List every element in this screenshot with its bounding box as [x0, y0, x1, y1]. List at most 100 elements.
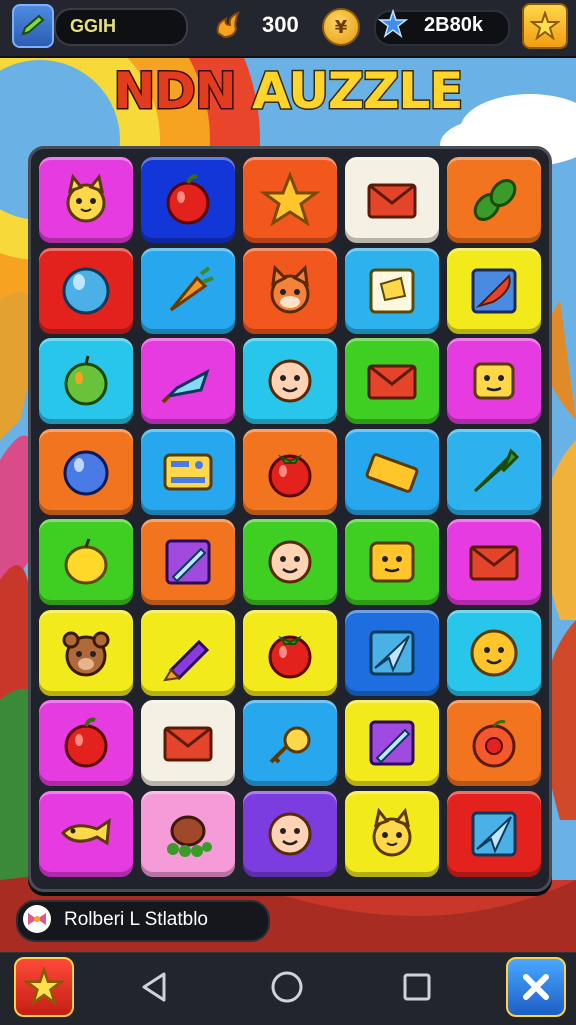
pencil-icon	[165, 539, 211, 585]
puzzle-tile[interactable]	[345, 247, 439, 334]
star-icon	[530, 11, 560, 41]
puzzle-tile[interactable]	[243, 609, 337, 696]
berry-bush-icon	[167, 815, 212, 857]
puzzle-board	[28, 146, 552, 892]
status-text: Rolberi L Stlatblo	[64, 909, 208, 930]
title-part-1: NDN	[112, 61, 238, 122]
envelope-icon	[367, 183, 417, 219]
home-icon[interactable]	[270, 970, 304, 1004]
crayon-icon	[163, 639, 210, 681]
favorites-button[interactable]	[522, 3, 568, 49]
puzzle-tile[interactable]	[243, 338, 337, 424]
coin-count: 300	[262, 12, 299, 37]
puzzle-tile[interactable]	[141, 609, 235, 696]
puzzle-tile[interactable]	[447, 790, 541, 877]
star-icon	[24, 967, 64, 1007]
player-name-pill[interactable]: GGIH	[54, 8, 188, 46]
puzzle-tile[interactable]	[243, 247, 337, 334]
puzzle-tile[interactable]	[447, 519, 541, 605]
gem-count: 2B80k	[424, 14, 483, 36]
smiley-face-icon	[268, 540, 312, 584]
puzzle-tile[interactable]	[345, 609, 439, 696]
puzzle-tile[interactable]	[345, 700, 439, 786]
puzzle-tile[interactable]	[39, 247, 133, 334]
puzzle-tile[interactable]	[39, 338, 133, 424]
puzzle-tile[interactable]	[345, 790, 439, 877]
carrot-icon	[169, 265, 214, 311]
flower-face-icon	[470, 629, 518, 676]
flame-coin-icon	[216, 11, 240, 39]
puzzle-tile[interactable]	[141, 790, 235, 877]
key-icon	[269, 726, 311, 764]
blue-star-gem-icon	[378, 9, 408, 38]
puzzle-tile[interactable]	[447, 247, 541, 334]
achievements-button[interactable]	[14, 957, 74, 1017]
star-icon	[259, 170, 321, 227]
apple-icon	[64, 717, 108, 768]
back-icon[interactable]	[138, 970, 170, 1004]
arrow-icon	[473, 447, 520, 492]
puzzle-tile[interactable]	[243, 790, 337, 877]
puzzle-tile[interactable]	[243, 519, 337, 605]
puzzle-tile[interactable]	[345, 519, 439, 605]
puzzle-tile[interactable]	[141, 519, 235, 605]
blue-ball-icon	[63, 450, 109, 495]
puzzle-tile[interactable]	[243, 428, 337, 515]
cat-face-icon	[66, 173, 106, 223]
puzzle-tile[interactable]	[39, 157, 133, 243]
puzzle-tile[interactable]	[141, 428, 235, 515]
radio-icon	[163, 453, 213, 490]
recent-apps-icon[interactable]	[402, 972, 432, 1002]
sticker-icon	[369, 268, 415, 313]
puzzle-tile[interactable]	[141, 247, 235, 334]
cracker-icon	[369, 541, 415, 583]
edit-button[interactable]	[12, 4, 54, 48]
balloon-icon	[62, 267, 110, 314]
ice-pop-icon	[161, 368, 210, 404]
puzzle-tile[interactable]	[141, 700, 235, 786]
puzzle-tile[interactable]	[141, 338, 235, 424]
fish-icon	[60, 817, 111, 846]
puzzle-tile[interactable]	[141, 157, 235, 243]
bow-icon	[23, 905, 51, 933]
envelope-icon	[163, 726, 213, 762]
puzzle-tile[interactable]	[447, 428, 541, 515]
puzzle-tile[interactable]	[39, 519, 133, 605]
puzzle-tile[interactable]	[39, 609, 133, 696]
apple-icon	[166, 174, 210, 225]
bear-face-icon	[62, 631, 110, 676]
puzzle-tile[interactable]	[243, 700, 337, 786]
title-part-2: AUZZLE	[251, 61, 465, 122]
cat-face-icon	[372, 807, 412, 856]
smiley-face-icon	[268, 359, 312, 403]
game-title: NDN AUZZLE	[0, 61, 576, 122]
puzzle-tile[interactable]	[345, 428, 439, 515]
pencil-icon	[369, 720, 415, 766]
close-button[interactable]	[506, 957, 566, 1017]
puzzle-tile[interactable]	[39, 790, 133, 877]
ticket-icon	[365, 452, 419, 493]
gold-token-icon[interactable]: ¥	[322, 8, 360, 46]
pencil-icon	[21, 14, 45, 36]
envelope-icon	[469, 545, 519, 581]
envelope-icon	[367, 364, 417, 400]
puzzle-tile[interactable]	[345, 157, 439, 243]
lime-icon	[64, 355, 108, 406]
puzzle-tile[interactable]	[447, 609, 541, 696]
tomato-icon	[268, 635, 312, 678]
puzzle-tile[interactable]	[345, 338, 439, 424]
puzzle-tile[interactable]	[447, 338, 541, 424]
paper-plane-icon	[471, 811, 517, 856]
feather-icon	[471, 268, 517, 313]
robot-face-icon	[473, 362, 515, 400]
puzzle-tile[interactable]	[447, 700, 541, 786]
puzzle-tile[interactable]	[39, 700, 133, 786]
player-name: GGIH	[70, 16, 117, 36]
puzzle-tile[interactable]	[447, 157, 541, 243]
puzzle-tile[interactable]	[39, 428, 133, 515]
leaf-icon	[473, 178, 517, 222]
close-icon	[523, 974, 549, 1000]
peach-icon	[472, 720, 516, 768]
lemon-icon	[64, 538, 108, 585]
puzzle-tile[interactable]	[243, 157, 337, 243]
